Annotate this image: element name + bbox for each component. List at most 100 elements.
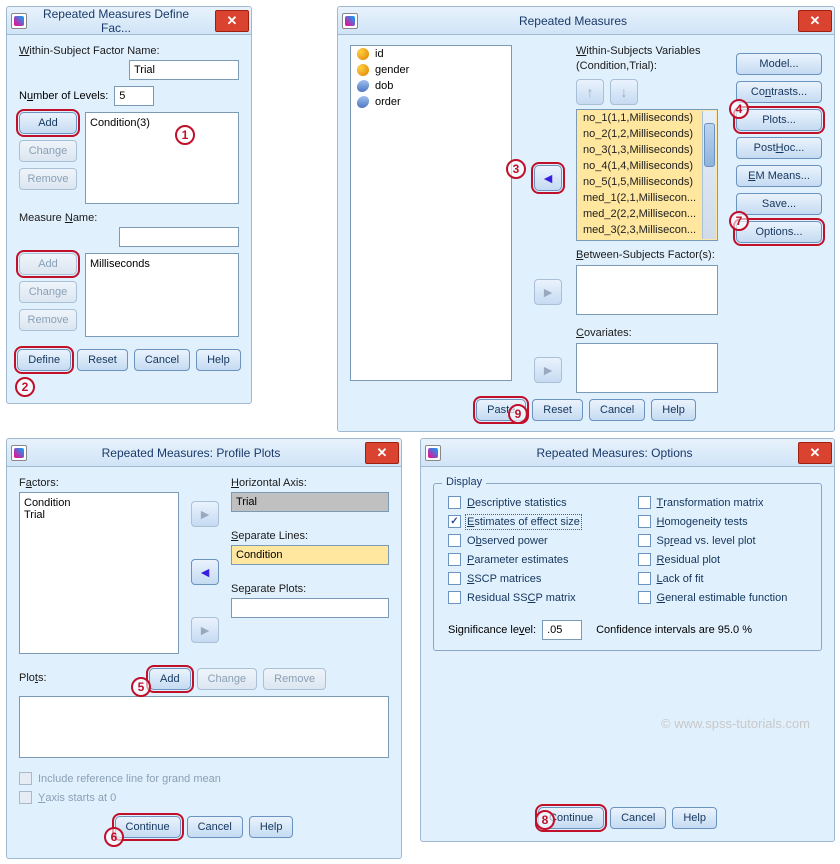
- between-list[interactable]: [576, 265, 718, 315]
- help-button[interactable]: Help: [196, 349, 241, 371]
- model-button[interactable]: Model...: [736, 53, 822, 75]
- list-item[interactable]: no_1(1,1,Milliseconds): [577, 110, 717, 126]
- move-down-icon: ↓: [610, 79, 638, 105]
- app-icon: [425, 445, 441, 461]
- move-left-icon[interactable]: ◄: [534, 165, 562, 191]
- chk-residsccp[interactable]: Residual SSCP matrix: [448, 591, 618, 604]
- close-icon[interactable]: ✕: [215, 10, 249, 32]
- list-item[interactable]: Condition: [24, 497, 174, 509]
- seplines-input[interactable]: [231, 545, 389, 565]
- chk-descriptive[interactable]: Descriptive statistics: [448, 496, 618, 509]
- chk-observed[interactable]: Observed power: [448, 534, 618, 547]
- factors-list[interactable]: Condition Trial: [19, 492, 179, 654]
- options-button[interactable]: Options...: [736, 221, 822, 243]
- between-label: Between-Subjects Factor(s):: [576, 249, 715, 261]
- add-button[interactable]: Add: [19, 112, 77, 134]
- measure-list[interactable]: Milliseconds: [85, 253, 239, 337]
- list-item[interactable]: med_2(2,2,Millisecon...: [577, 206, 717, 222]
- define-button[interactable]: Define: [17, 349, 71, 371]
- arrow-seplines-icon[interactable]: ◄: [191, 559, 219, 585]
- nominal-icon: [357, 48, 369, 60]
- plots-remove-button: Remove: [263, 668, 326, 690]
- list-item[interactable]: no_2(1,2,Milliseconds): [577, 126, 717, 142]
- chk-param[interactable]: Parameter estimates: [448, 553, 618, 566]
- list-item[interactable]: Trial: [24, 509, 174, 521]
- sig-input[interactable]: [542, 620, 582, 640]
- plots-list[interactable]: [19, 696, 389, 758]
- title-text: Repeated Measures: Profile Plots: [33, 446, 365, 460]
- var-id: id: [351, 46, 511, 62]
- seplines-label: Separate Lines:: [231, 530, 389, 542]
- help-button[interactable]: Help: [672, 807, 717, 829]
- cancel-button[interactable]: Cancel: [187, 816, 243, 838]
- cov-list[interactable]: [576, 343, 718, 393]
- posthoc-button[interactable]: Post Hoc...: [736, 137, 822, 159]
- help-button[interactable]: Help: [651, 399, 696, 421]
- titlebar: Repeated Measures Define Fac... ✕: [7, 7, 251, 35]
- close-icon[interactable]: ✕: [798, 10, 832, 32]
- chk-residplot[interactable]: Residual plot: [638, 553, 808, 566]
- plots-button[interactable]: Plots...: [736, 109, 822, 131]
- watermark: © www.spss-tutorials.com: [661, 716, 810, 731]
- sepplots-input[interactable]: [231, 598, 389, 618]
- cancel-button[interactable]: Cancel: [134, 349, 190, 371]
- list-item[interactable]: no_3(1,3,Milliseconds): [577, 142, 717, 158]
- chk-lackfit[interactable]: Lack of fit: [638, 572, 808, 585]
- measure-name-label: Measure Name:: [19, 212, 239, 224]
- dialog-repeated-measures: Repeated Measures ✕ id gender dob order …: [337, 6, 835, 432]
- emmeans-button[interactable]: EM Means...: [736, 165, 822, 187]
- callout-9: 9: [508, 404, 528, 424]
- measure-name-input[interactable]: [119, 227, 239, 247]
- plots-add-button[interactable]: Add: [149, 668, 191, 690]
- cancel-button[interactable]: Cancel: [589, 399, 645, 421]
- chk-spread[interactable]: Spread vs. level plot: [638, 534, 808, 547]
- title-text: Repeated Measures Define Fac...: [33, 7, 215, 35]
- arrow-sepplots-icon: ►: [191, 617, 219, 643]
- callout-6: 6: [104, 827, 124, 847]
- help-button[interactable]: Help: [249, 816, 294, 838]
- save-button[interactable]: Save...: [736, 193, 822, 215]
- close-icon[interactable]: ✕: [798, 442, 832, 464]
- chk-effectsize[interactable]: ✓Estimates of effect size: [448, 515, 618, 528]
- chk-general[interactable]: General estimable function: [638, 591, 808, 604]
- reset-button[interactable]: Reset: [532, 399, 583, 421]
- haxis-input[interactable]: [231, 492, 389, 512]
- factor-name-input[interactable]: [129, 60, 239, 80]
- sig-label: Significance level:: [448, 624, 536, 636]
- ws-sublabel: (Condition,Trial):: [576, 60, 722, 72]
- source-var-list[interactable]: id gender dob order: [350, 45, 512, 381]
- callout-8: 8: [535, 810, 555, 830]
- contrasts-button[interactable]: Contrasts...: [736, 81, 822, 103]
- app-icon: [11, 13, 27, 29]
- dialog-profile-plots: Repeated Measures: Profile Plots ✕ Facto…: [6, 438, 402, 859]
- list-item[interactable]: no_5(1,5,Milliseconds): [577, 174, 717, 190]
- var-dob: dob: [351, 78, 511, 94]
- continue-button[interactable]: Continue: [115, 816, 181, 838]
- factor-name-label: WWithin-Subject Factor Name:ithin-Subjec…: [19, 45, 239, 57]
- ws-var-list[interactable]: no_1(1,1,Milliseconds) no_2(1,2,Millisec…: [576, 109, 718, 241]
- refline-check: Include reference line for grand mean: [19, 772, 389, 785]
- arrow-haxis-icon: ►: [191, 501, 219, 527]
- callout-3: 3: [506, 159, 526, 179]
- close-icon[interactable]: ✕: [365, 442, 399, 464]
- chk-homog[interactable]: Homogeneity tests: [638, 515, 808, 528]
- callout-1: 1: [175, 125, 195, 145]
- list-item[interactable]: Condition(3): [90, 117, 234, 129]
- dialog-define-factors: Repeated Measures Define Fac... ✕ WWithi…: [6, 6, 252, 404]
- levels-input[interactable]: [114, 86, 154, 106]
- levels-label: Number of Levels:: [19, 90, 108, 102]
- scale-icon: [356, 80, 370, 92]
- chk-sscp[interactable]: SSCP matrices: [448, 572, 618, 585]
- chk-transform[interactable]: Transformation matrix: [638, 496, 808, 509]
- reset-button[interactable]: Reset: [77, 349, 128, 371]
- list-item[interactable]: no_4(1,4,Milliseconds): [577, 158, 717, 174]
- list-item[interactable]: med_1(2,1,Millisecon...: [577, 190, 717, 206]
- list-item[interactable]: Milliseconds: [90, 258, 234, 270]
- list-item[interactable]: med_3(2,3,Millisecon...: [577, 222, 717, 238]
- cancel-button[interactable]: Cancel: [610, 807, 666, 829]
- factor-list[interactable]: Condition(3): [85, 112, 239, 204]
- titlebar: Repeated Measures: Profile Plots ✕: [7, 439, 401, 467]
- display-group: Display Descriptive statistics ✓Estimate…: [433, 483, 822, 651]
- remove-button: Remove: [19, 168, 77, 190]
- scrollbar[interactable]: [702, 111, 716, 239]
